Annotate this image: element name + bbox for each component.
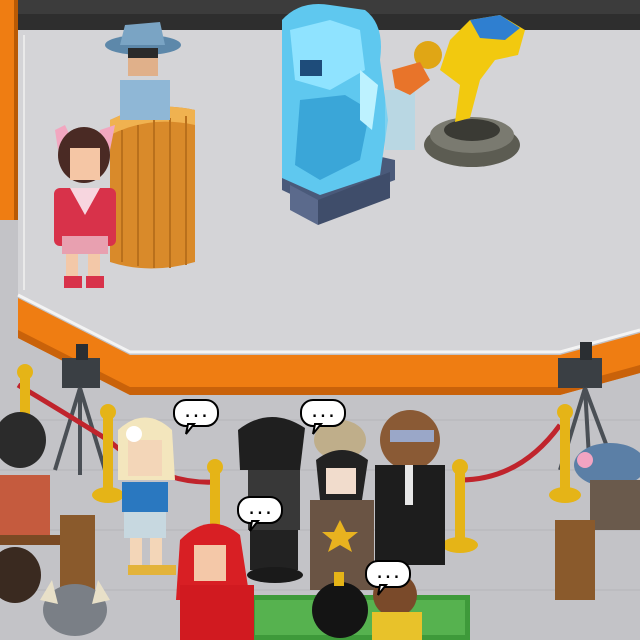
speech-bubble-text: ...: [310, 405, 335, 421]
game-room-view: ... ... ... ...: [0, 0, 640, 640]
avatar-bald-sunglasses[interactable]: [375, 410, 445, 565]
speech-bubble-text: ...: [183, 405, 208, 421]
speech-bubble-text: ...: [247, 502, 272, 518]
avatar-crowned-guy[interactable]: [310, 420, 374, 590]
speech-bubble-text: ...: [375, 566, 400, 582]
wooden-podium[interactable]: [110, 106, 195, 269]
